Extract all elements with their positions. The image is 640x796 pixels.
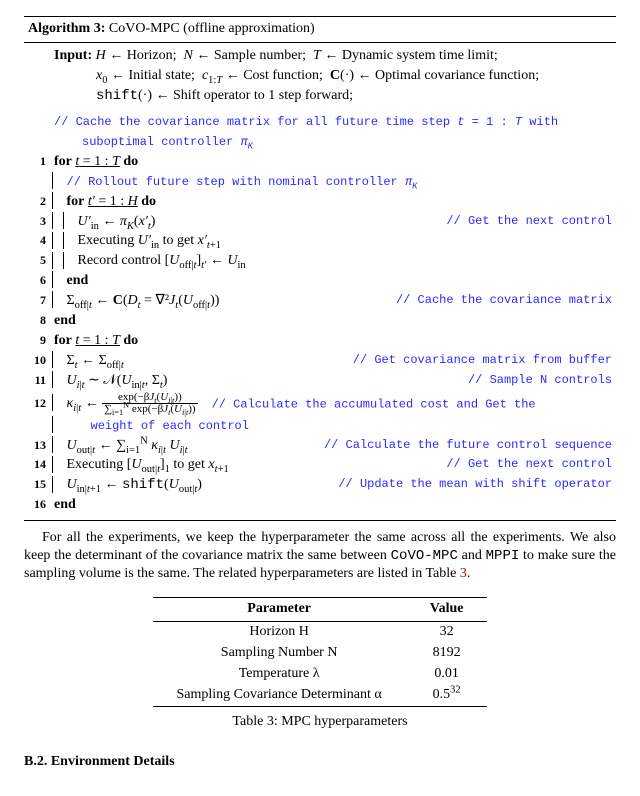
cell: Temperature λ [153,664,406,685]
for3-cond: t = 1 : T [75,333,123,348]
comment-cache-a: // Cache the covariance matrix for all f… [54,115,558,129]
algo-line-4: Executing U′in to get x′t+1 [78,233,222,248]
lineno: 8 [24,312,52,328]
table-row: Horizon H32 [153,622,488,643]
col-header-value: Value [406,598,488,622]
comment-7: // Cache the covariance matrix [396,292,612,308]
lineno: 16 [24,496,52,512]
comment-cache-b: suboptimal controller πK [82,135,253,149]
algo-line-11: Ui|t ∼ 𝒩(Uin|t, Σt) [67,373,168,388]
body-paragraph: For all the experiments, we keep the hyp… [24,529,616,584]
comment-13: // Calculate the future control sequence [324,437,612,453]
lineno: 3 [24,213,52,229]
code-covo: CoVO-MPC [391,548,458,564]
kw-for: for [54,333,72,348]
code-mppi: MPPI [486,548,520,564]
input-line-2: x0 ← Initial state; c1:T ← Cost function… [96,68,539,83]
comment-10: // Get covariance matrix from buffer [353,352,612,368]
comment-3: // Get the next control [446,213,612,229]
lineno: 14 [24,456,52,472]
kw-do: do [123,154,138,169]
table-caption: Table 3: MPC hyperparameters [24,713,616,732]
table-ref[interactable]: 3 [460,566,467,581]
lineno: 2 [24,193,52,209]
algo-heading: Algorithm 3: [28,21,105,36]
kw-end: end [54,497,76,512]
input-line-1: H ← Horizon; N ← Sample number; T ← Dyna… [96,48,498,63]
algorithm-body: Input: H ← Horizon; N ← Sample number; T… [24,43,616,520]
comment-12b: weight of each control [67,419,249,433]
kw-for: for [54,154,72,169]
lineno: 6 [24,272,52,288]
cell: 32 [406,622,488,643]
cell: Horizon H [153,622,406,643]
algo-name: CoVO-MPC (offline approximation) [109,21,315,36]
para-text-b: and [458,548,486,563]
algo-line-7: Σoff|t ← C(Dt = ∇²Jt(Uoff|t)) [67,293,220,308]
lineno: 5 [24,252,52,268]
input-label: Input: [54,48,92,63]
table-row: Sampling Covariance Determinant α0.532 [153,685,488,706]
section-heading: B.2. Environment Details [24,753,616,772]
lineno: 4 [24,232,52,248]
algorithm-box: Algorithm 3: CoVO-MPC (offline approxima… [24,16,616,521]
cell: 0.532 [406,685,488,706]
lineno: 9 [24,332,52,348]
algo-line-15: Uin|t+1 ← shift(Uout|t) [67,477,202,492]
kw-end: end [67,273,89,288]
kw-do: do [141,194,156,209]
algo-line-13: Uout|t ← ∑i=1N κi|t Ui|t [67,438,188,453]
algo-line-5: Record control [Uoff|t]t′ ← Uin [78,253,246,268]
algo-line-3: U′in ← πK(x′t) [78,214,156,229]
comment-15: // Update the mean with shift operator [338,476,612,492]
lineno: 15 [24,476,52,492]
for2-cond: t′ = 1 : H [88,194,141,209]
algo-line-12: κi|t ← exp(−βJt(Ui|t))∑i=1N exp(−βJt(Ui|… [67,396,202,411]
col-header-parameter: Parameter [153,598,406,622]
kw-end: end [54,313,76,328]
input-line-3: shift(·) ← Shift operator to 1 step forw… [96,88,353,103]
cell: Sampling Number N [153,643,406,664]
hyperparameter-table: ParameterValue Horizon H32 Sampling Numb… [153,597,488,706]
table-row: Temperature λ0.01 [153,664,488,685]
for1-cond: t = 1 : T [75,154,123,169]
comment-11: // Sample N controls [468,372,612,388]
algorithm-title: Algorithm 3: CoVO-MPC (offline approxima… [24,17,616,42]
comment-12a: // Calculate the accumulated cost and Ge… [212,397,536,411]
comment-rollout: // Rollout future step with nominal cont… [67,175,418,189]
lineno: 7 [24,292,52,308]
cell: 8192 [406,643,488,664]
kw-for: for [67,194,85,209]
lineno: 1 [24,153,52,169]
algo-line-14: Executing [Uout|t]1 to get xt+1 [67,457,229,472]
cell: 0.01 [406,664,488,685]
algo-line-10: Σt ← Σoff|t [67,353,124,368]
lineno: 12 [24,395,52,411]
lineno: 10 [24,352,52,368]
lineno: 13 [24,437,52,453]
table-row: Sampling Number N8192 [153,643,488,664]
comment-14: // Get the next control [446,456,612,472]
para-text-d: . [467,566,471,581]
cell: Sampling Covariance Determinant α [153,685,406,706]
kw-do: do [123,333,138,348]
lineno: 11 [24,372,52,388]
